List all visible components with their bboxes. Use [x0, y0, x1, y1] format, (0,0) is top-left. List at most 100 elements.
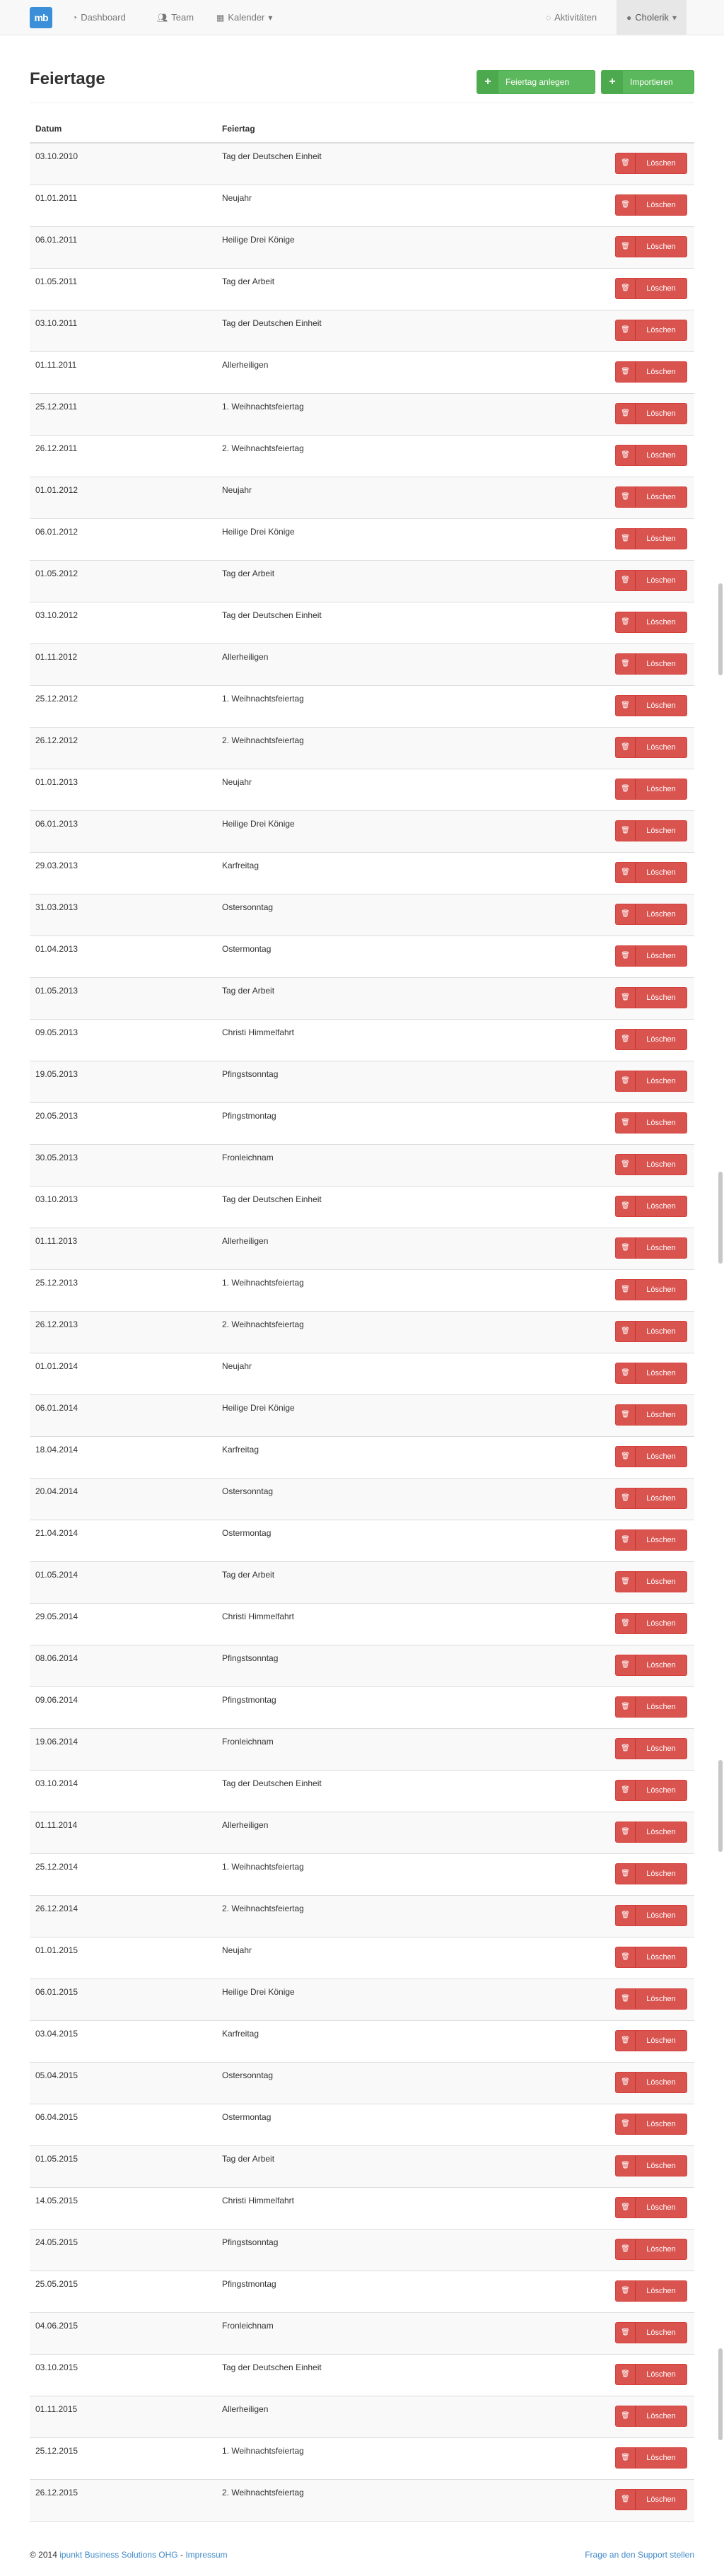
delete-button[interactable]: 🗑︎ Löschen [615, 737, 687, 758]
import-button[interactable]: + Importieren [601, 70, 694, 94]
delete-button[interactable]: 🗑︎ Löschen [615, 320, 687, 341]
delete-button[interactable]: 🗑︎ Löschen [615, 528, 687, 549]
delete-label: Löschen [646, 1286, 676, 1294]
delete-button[interactable]: 🗑︎ Löschen [615, 1863, 687, 1884]
delete-button[interactable]: 🗑︎ Löschen [615, 1488, 687, 1509]
footer-company-link[interactable]: ipunkt Business Solutions OHG [59, 2550, 177, 2560]
delete-button[interactable]: 🗑︎ Löschen [615, 1279, 687, 1300]
delete-button[interactable]: 🗑︎ Löschen [615, 2197, 687, 2218]
delete-button[interactable]: 🗑︎ Löschen [615, 1404, 687, 1426]
delete-button[interactable]: 🗑︎ Löschen [615, 236, 687, 257]
holiday-name: Pfingstsonntag [222, 1653, 279, 1663]
delete-button[interactable]: 🗑︎ Löschen [615, 1822, 687, 1843]
delete-button[interactable]: 🗑︎ Löschen [615, 1196, 687, 1217]
delete-label: Löschen [646, 1369, 676, 1377]
delete-button[interactable]: 🗑︎ Löschen [615, 1529, 687, 1551]
delete-label: Löschen [646, 326, 676, 334]
delete-button[interactable]: 🗑︎ Löschen [615, 1363, 687, 1384]
delete-button[interactable]: 🗑︎ Löschen [615, 486, 687, 508]
holiday-date: 09.05.2013 [35, 1027, 78, 1037]
delete-button[interactable]: 🗑︎ Löschen [615, 945, 687, 967]
delete-button[interactable]: 🗑︎ Löschen [615, 361, 687, 383]
delete-button[interactable]: 🗑︎ Löschen [615, 2155, 687, 2176]
delete-button[interactable]: 🗑︎ Löschen [615, 2406, 687, 2427]
delete-button[interactable]: 🗑︎ Löschen [615, 153, 687, 174]
nav-dashboard[interactable]: ◔ Dashboard [72, 0, 126, 35]
delete-button[interactable]: 🗑︎ Löschen [615, 779, 687, 800]
trash-icon: 🗑︎ [616, 1947, 636, 1967]
scrollbar[interactable] [717, 0, 724, 2576]
table-row: 25.12.2013 1. Weihnachtsfeiertag 🗑︎ Löschen [30, 1270, 694, 1312]
add-holiday-button[interactable]: + Feiertag anlegen [477, 70, 595, 94]
holiday-date: 24.05.2015 [35, 2237, 78, 2247]
delete-button[interactable]: 🗑︎ Löschen [615, 1029, 687, 1050]
delete-button[interactable]: 🗑︎ Löschen [615, 1738, 687, 1759]
delete-button[interactable]: 🗑︎ Löschen [615, 1237, 687, 1259]
nav-kalender-dropdown[interactable]: ▦ Kalender ▾ [216, 0, 272, 35]
nav-aktivitaeten[interactable]: ◌ Aktivitäten [546, 0, 597, 35]
delete-button[interactable]: 🗑︎ Löschen [615, 570, 687, 591]
delete-button[interactable]: 🗑︎ Löschen [615, 2114, 687, 2135]
support-link[interactable]: Frage an den Support stellen [585, 2550, 694, 2560]
delete-button[interactable]: 🗑︎ Löschen [615, 403, 687, 424]
delete-button[interactable]: 🗑︎ Löschen [615, 1071, 687, 1092]
delete-button[interactable]: 🗑︎ Löschen [615, 2030, 687, 2051]
trash-icon: 🗑︎ [616, 487, 636, 507]
delete-button[interactable]: 🗑︎ Löschen [615, 1655, 687, 1676]
scrollbar-thumb[interactable] [718, 2348, 723, 2440]
delete-button[interactable]: 🗑︎ Löschen [615, 1571, 687, 1592]
brand-logo[interactable]: mb [30, 7, 52, 28]
scrollbar-thumb[interactable] [718, 1172, 723, 1264]
delete-button[interactable]: 🗑︎ Löschen [615, 904, 687, 925]
table-row: 03.10.2012 Tag der Deutschen Einheit 🗑︎ Lös… [30, 602, 694, 644]
nav-team[interactable]: 👥︎ Team [157, 0, 194, 35]
delete-button[interactable]: 🗑︎ Löschen [615, 612, 687, 633]
trash-icon: 🗑︎ [616, 1322, 636, 1341]
holiday-date: 03.10.2010 [35, 151, 78, 161]
trash-icon: 🗑︎ [616, 2281, 636, 2301]
plus-icon: + [602, 71, 623, 93]
scrollbar-thumb[interactable] [718, 1760, 723, 1852]
trash-icon: 🗑︎ [616, 1614, 636, 1633]
delete-button[interactable]: 🗑︎ Löschen [615, 2280, 687, 2302]
delete-button[interactable]: 🗑︎ Löschen [615, 1446, 687, 1467]
delete-label: Löschen [646, 1870, 676, 1878]
delete-button[interactable]: 🗑︎ Löschen [615, 1947, 687, 1968]
delete-button[interactable]: 🗑︎ Löschen [615, 1613, 687, 1634]
delete-button[interactable]: 🗑︎ Löschen [615, 2072, 687, 2093]
trash-icon: 🗑︎ [616, 1447, 636, 1467]
table-row: 01.11.2012 Allerheiligen 🗑︎ Löschen [30, 644, 694, 686]
delete-button[interactable]: 🗑︎ Löschen [615, 1905, 687, 1926]
delete-button[interactable]: 🗑︎ Löschen [615, 1112, 687, 1133]
delete-label: Löschen [646, 2078, 676, 2087]
delete-button[interactable]: 🗑︎ Löschen [615, 194, 687, 216]
delete-button[interactable]: 🗑︎ Löschen [615, 987, 687, 1008]
delete-button[interactable]: 🗑︎ Löschen [615, 2489, 687, 2510]
table-row: 01.05.2011 Tag der Arbeit 🗑︎ Löschen [30, 269, 694, 310]
table-row: 25.05.2015 Pfingstmontag 🗑︎ Löschen [30, 2271, 694, 2313]
user-menu-dropdown[interactable]: ● Cholerik ▾ [617, 0, 687, 35]
delete-button[interactable]: 🗑︎ Löschen [615, 695, 687, 716]
trash-icon: 🗑︎ [616, 195, 636, 215]
delete-button[interactable]: 🗑︎ Löschen [615, 2364, 687, 2385]
delete-button[interactable]: 🗑︎ Löschen [615, 1696, 687, 1718]
trash-icon: 🗑︎ [616, 1864, 636, 1884]
scrollbar-thumb[interactable] [718, 583, 723, 675]
delete-button[interactable]: 🗑︎ Löschen [615, 862, 687, 883]
delete-button[interactable]: 🗑︎ Löschen [615, 820, 687, 841]
holiday-name: Neujahr [222, 1361, 252, 1371]
delete-button[interactable]: 🗑︎ Löschen [615, 1321, 687, 1342]
delete-button[interactable]: 🗑︎ Löschen [615, 1780, 687, 1801]
delete-button[interactable]: 🗑︎ Löschen [615, 278, 687, 299]
holiday-name: 1. Weihnachtsfeiertag [222, 694, 304, 704]
table-row: 18.04.2014 Karfreitag 🗑︎ Löschen [30, 1437, 694, 1479]
table-row: 03.10.2014 Tag der Deutschen Einheit 🗑︎ Lös… [30, 1771, 694, 1812]
delete-button[interactable]: 🗑︎ Löschen [615, 2322, 687, 2343]
delete-button[interactable]: 🗑︎ Löschen [615, 2239, 687, 2260]
delete-button[interactable]: 🗑︎ Löschen [615, 653, 687, 675]
delete-button[interactable]: 🗑︎ Löschen [615, 1988, 687, 2010]
footer-impressum-link[interactable]: Impressum [185, 2550, 227, 2560]
delete-button[interactable]: 🗑︎ Löschen [615, 445, 687, 466]
delete-button[interactable]: 🗑︎ Löschen [615, 1154, 687, 1175]
delete-button[interactable]: 🗑︎ Löschen [615, 2447, 687, 2469]
